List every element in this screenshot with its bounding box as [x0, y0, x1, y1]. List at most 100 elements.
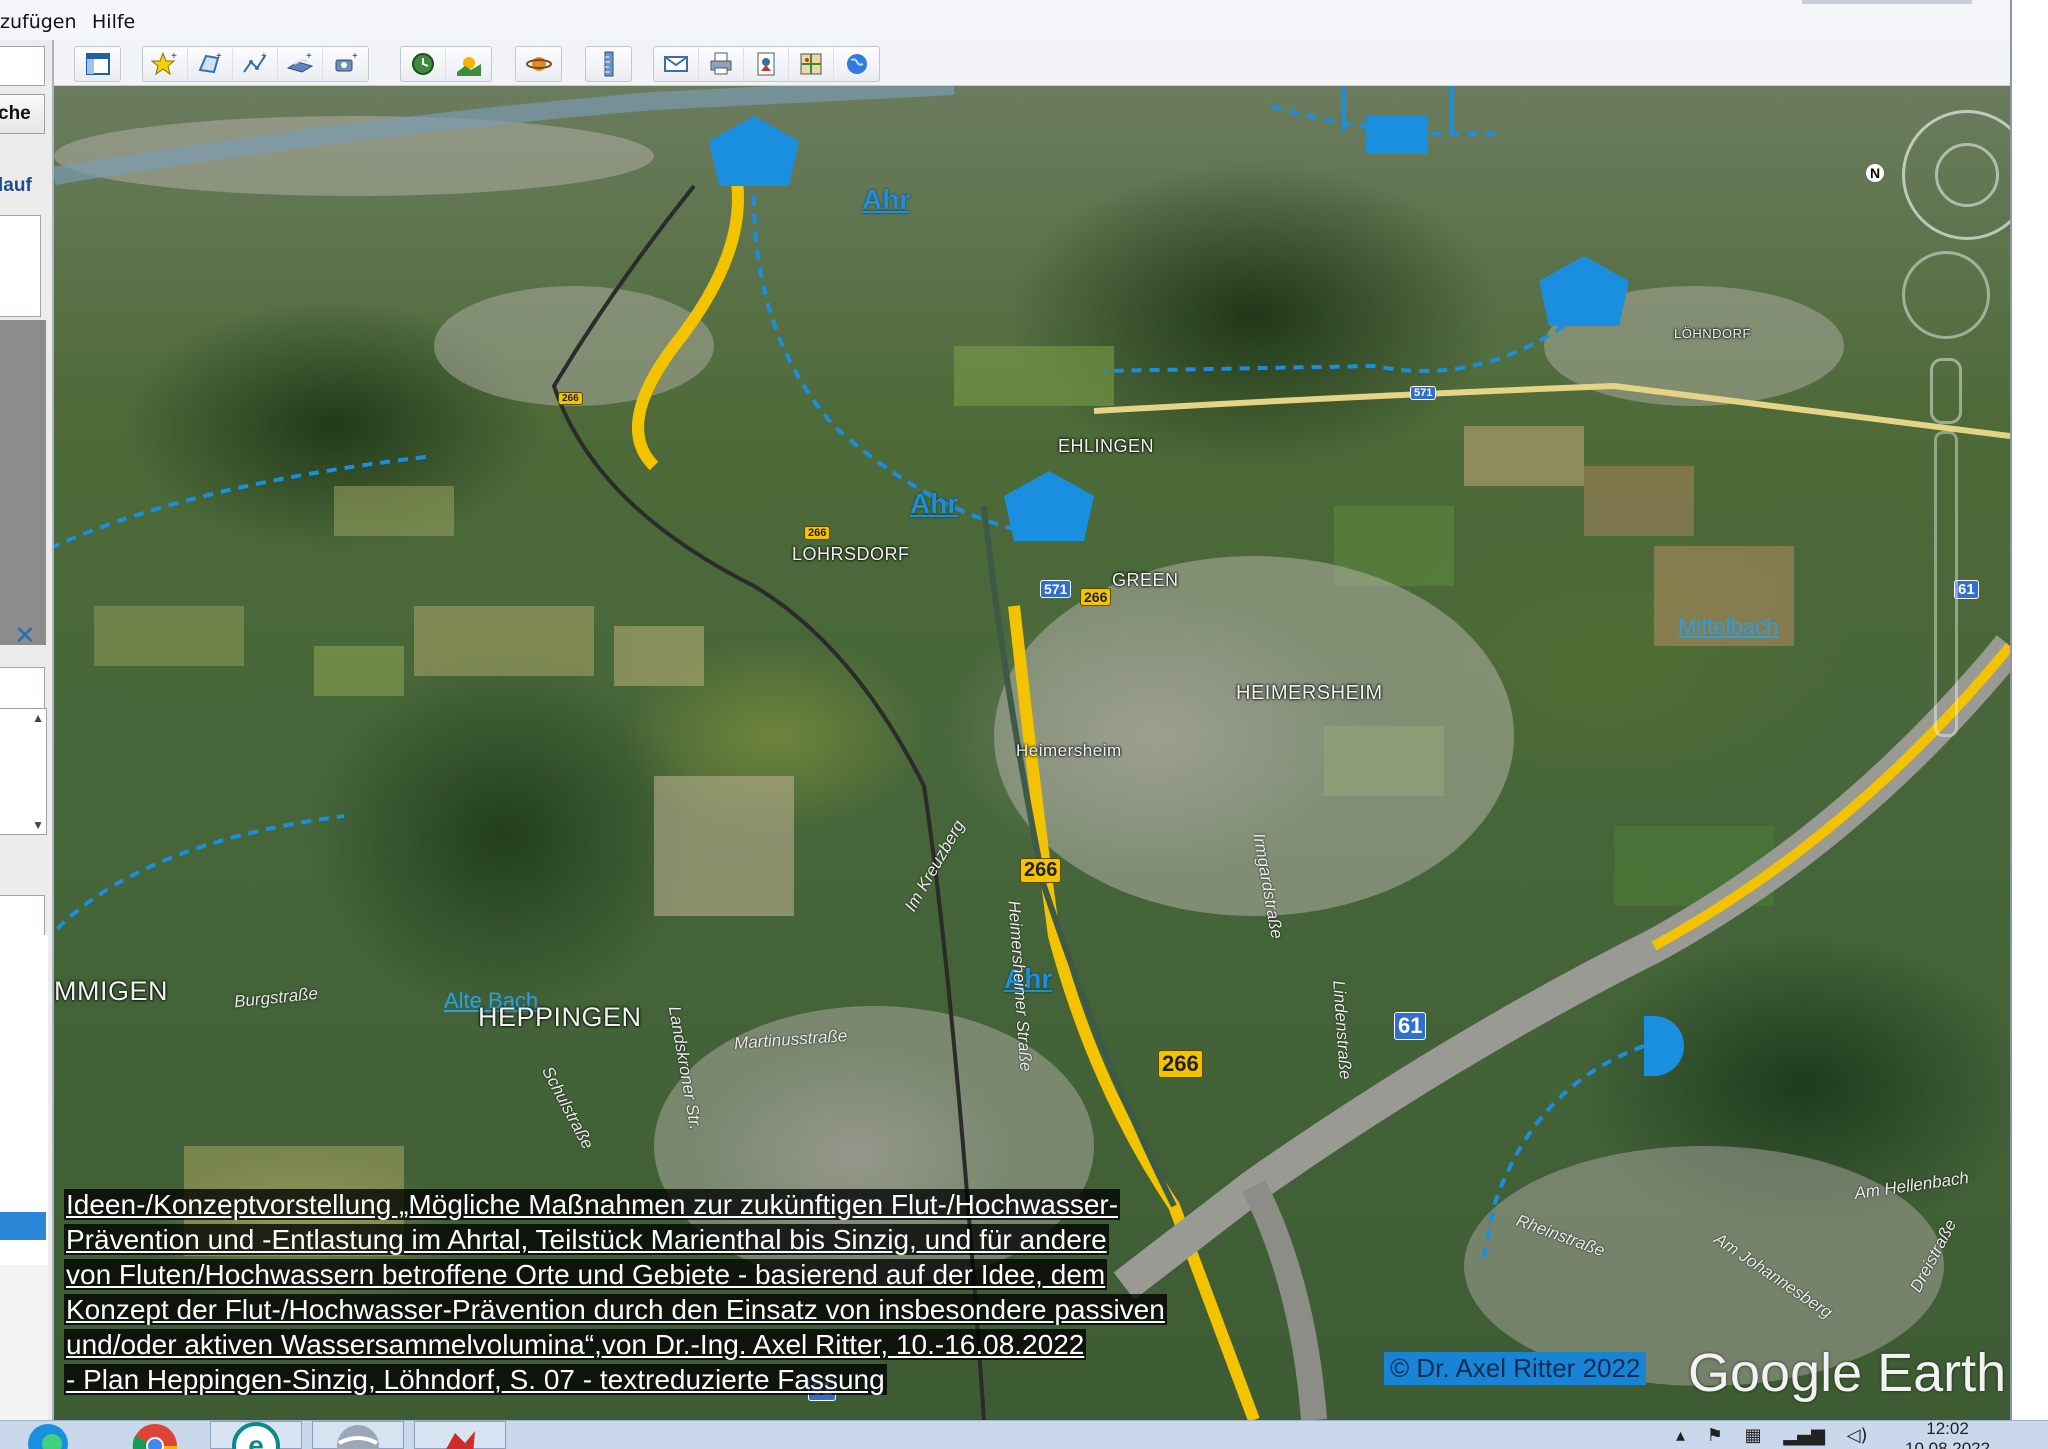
- toolbar-group-ruler: [585, 46, 632, 82]
- system-tray[interactable]: ▴ ⚑ ▦ ▂▄▆ ◁): [1676, 1425, 1868, 1446]
- historical-imagery-button[interactable]: [401, 47, 446, 81]
- search-button[interactable]: che: [0, 94, 45, 134]
- caption-block: Ideen-/Konzeptvorstellung „Mögliche Maßn…: [64, 1187, 1304, 1397]
- planets-button[interactable]: [516, 47, 561, 81]
- road-shield-266: 266: [804, 526, 831, 540]
- search-history-label[interactable]: lauf: [0, 175, 32, 197]
- zoom-slider[interactable]: [1934, 431, 1958, 737]
- sunlight-button[interactable]: [446, 47, 491, 81]
- river-label[interactable]: Ahr: [862, 184, 910, 216]
- svg-text:+: +: [171, 51, 177, 62]
- window-controls[interactable]: [1802, 0, 1972, 4]
- place-label[interactable]: HEIMERSHEIM: [1236, 682, 1383, 705]
- sunlight-icon: [456, 57, 481, 76]
- road-shield-571: 571: [1040, 580, 1072, 598]
- ruler-button[interactable]: [586, 47, 631, 81]
- menu-insert[interactable]: zufügen: [0, 11, 77, 33]
- chrome-icon: [132, 1424, 177, 1449]
- add-polygon-icon: +: [198, 51, 222, 74]
- look-control-inner[interactable]: [1935, 143, 1999, 207]
- svg-text:e: e: [248, 1430, 264, 1449]
- tray-expand-icon[interactable]: ▴: [1676, 1425, 1685, 1446]
- sidebar: che lauf ✕ ▲ ▼: [0, 40, 54, 1420]
- edge-icon: [28, 1424, 68, 1449]
- caption-line: von Fluten/Hochwassern betroffene Orte u…: [64, 1259, 1108, 1290]
- record-tour-button[interactable]: +: [323, 47, 368, 81]
- toolbar-group-add: + + + + +: [142, 46, 369, 82]
- toolbar: + + + + +: [0, 40, 2010, 86]
- add-image-overlay-icon: +: [286, 51, 314, 73]
- marker-pentagon-3: [1004, 471, 1094, 541]
- print-button[interactable]: [699, 47, 744, 81]
- save-image-button[interactable]: [744, 47, 789, 81]
- email-button[interactable]: [654, 47, 699, 81]
- sidebar-toggle-icon: [85, 53, 110, 75]
- taskbar-e-app[interactable]: e: [210, 1421, 302, 1449]
- marker-pentagon-1: [709, 116, 799, 186]
- e-app-icon: e: [232, 1422, 280, 1449]
- add-image-overlay-button[interactable]: +: [278, 47, 323, 81]
- place-label[interactable]: LÖHNDORF: [1674, 326, 1751, 341]
- clock-time: 12:02: [1926, 1420, 1969, 1438]
- road-shield-266: 266: [1080, 588, 1112, 606]
- taskbar-edge[interactable]: [18, 1421, 78, 1449]
- volume-icon[interactable]: ◁): [1847, 1425, 1868, 1446]
- historical-imagery-icon: [412, 53, 434, 75]
- toolbar-group-view: [74, 46, 121, 82]
- marker-rect-top: [1366, 116, 1428, 154]
- add-placemark-button[interactable]: +: [143, 47, 188, 81]
- view-in-maps-icon: [800, 53, 822, 75]
- place-label[interactable]: EHLINGEN: [1058, 436, 1154, 457]
- record-tour-icon: +: [335, 51, 358, 72]
- signal-icon[interactable]: ▂▄▆: [1783, 1425, 1825, 1446]
- places-header[interactable]: [0, 667, 45, 711]
- move-control[interactable]: [1902, 251, 1990, 339]
- search-input[interactable]: [0, 46, 45, 86]
- road-shield-61: 61: [1394, 1012, 1427, 1040]
- road-shield-266: 266: [1020, 858, 1062, 883]
- taskbar-google-earth[interactable]: [312, 1421, 404, 1449]
- place-label[interactable]: GREEN: [1112, 570, 1179, 591]
- print-icon: [710, 52, 732, 75]
- scroll-up-icon[interactable]: ▲: [32, 711, 44, 725]
- river-label[interactable]: Ahr: [910, 488, 958, 520]
- google-earth-logo: Google Earth: [1688, 1343, 2007, 1403]
- road-shield-266: 266: [1158, 1050, 1203, 1078]
- view-in-maps-button[interactable]: [789, 47, 834, 81]
- menu-help[interactable]: Hilfe: [92, 11, 135, 33]
- taskbar-chrome[interactable]: [120, 1421, 190, 1449]
- earth-button[interactable]: [834, 47, 879, 81]
- toolbar-group-planets: [515, 46, 562, 82]
- add-polygon-button[interactable]: +: [188, 47, 233, 81]
- selected-layer-item[interactable]: [0, 1212, 46, 1240]
- taskbar-paint[interactable]: [414, 1421, 506, 1449]
- sidebar-footer: [0, 1265, 48, 1420]
- street-view-person-icon[interactable]: [1930, 358, 1962, 424]
- scroll-down-icon[interactable]: ▼: [32, 818, 44, 832]
- network-icon[interactable]: ▦: [1745, 1425, 1762, 1446]
- copyright-label: © Dr. Axel Ritter 2022: [1384, 1352, 1647, 1385]
- places-list[interactable]: ▲ ▼: [0, 708, 47, 835]
- place-label[interactable]: HEPPINGEN: [478, 1002, 642, 1033]
- planets-icon: [525, 57, 552, 71]
- svg-text:+: +: [216, 51, 222, 62]
- dashed-line-loehndorf: [1103, 324, 1566, 373]
- place-label[interactable]: Heimersheim: [1016, 741, 1122, 761]
- place-label[interactable]: LOHRSDORF: [792, 544, 910, 565]
- taskbar: e ▴ ⚑ ▦ ▂▄▆ ◁) 12:02 10.08.2022: [0, 1420, 2048, 1449]
- flag-icon[interactable]: ⚑: [1707, 1425, 1723, 1446]
- paint-icon: [446, 1431, 475, 1449]
- north-indicator[interactable]: N: [1866, 164, 1884, 182]
- clock[interactable]: 12:02 10.08.2022: [1905, 1420, 1990, 1449]
- caption-line: Ideen-/Konzeptvorstellung „Mögliche Maßn…: [64, 1189, 1121, 1220]
- close-icon[interactable]: ✕: [14, 620, 36, 651]
- layers-header[interactable]: [0, 895, 45, 939]
- sidebar-toggle-button[interactable]: [75, 47, 120, 81]
- add-placemark-icon: +: [151, 51, 177, 76]
- creek-label[interactable]: Mittelbach: [1678, 614, 1778, 640]
- svg-text:+: +: [352, 51, 358, 62]
- add-path-button[interactable]: +: [233, 47, 278, 81]
- save-image-icon: [757, 52, 775, 76]
- road-shield-571: 571: [1410, 386, 1437, 400]
- place-label[interactable]: MMIGEN: [54, 976, 168, 1007]
